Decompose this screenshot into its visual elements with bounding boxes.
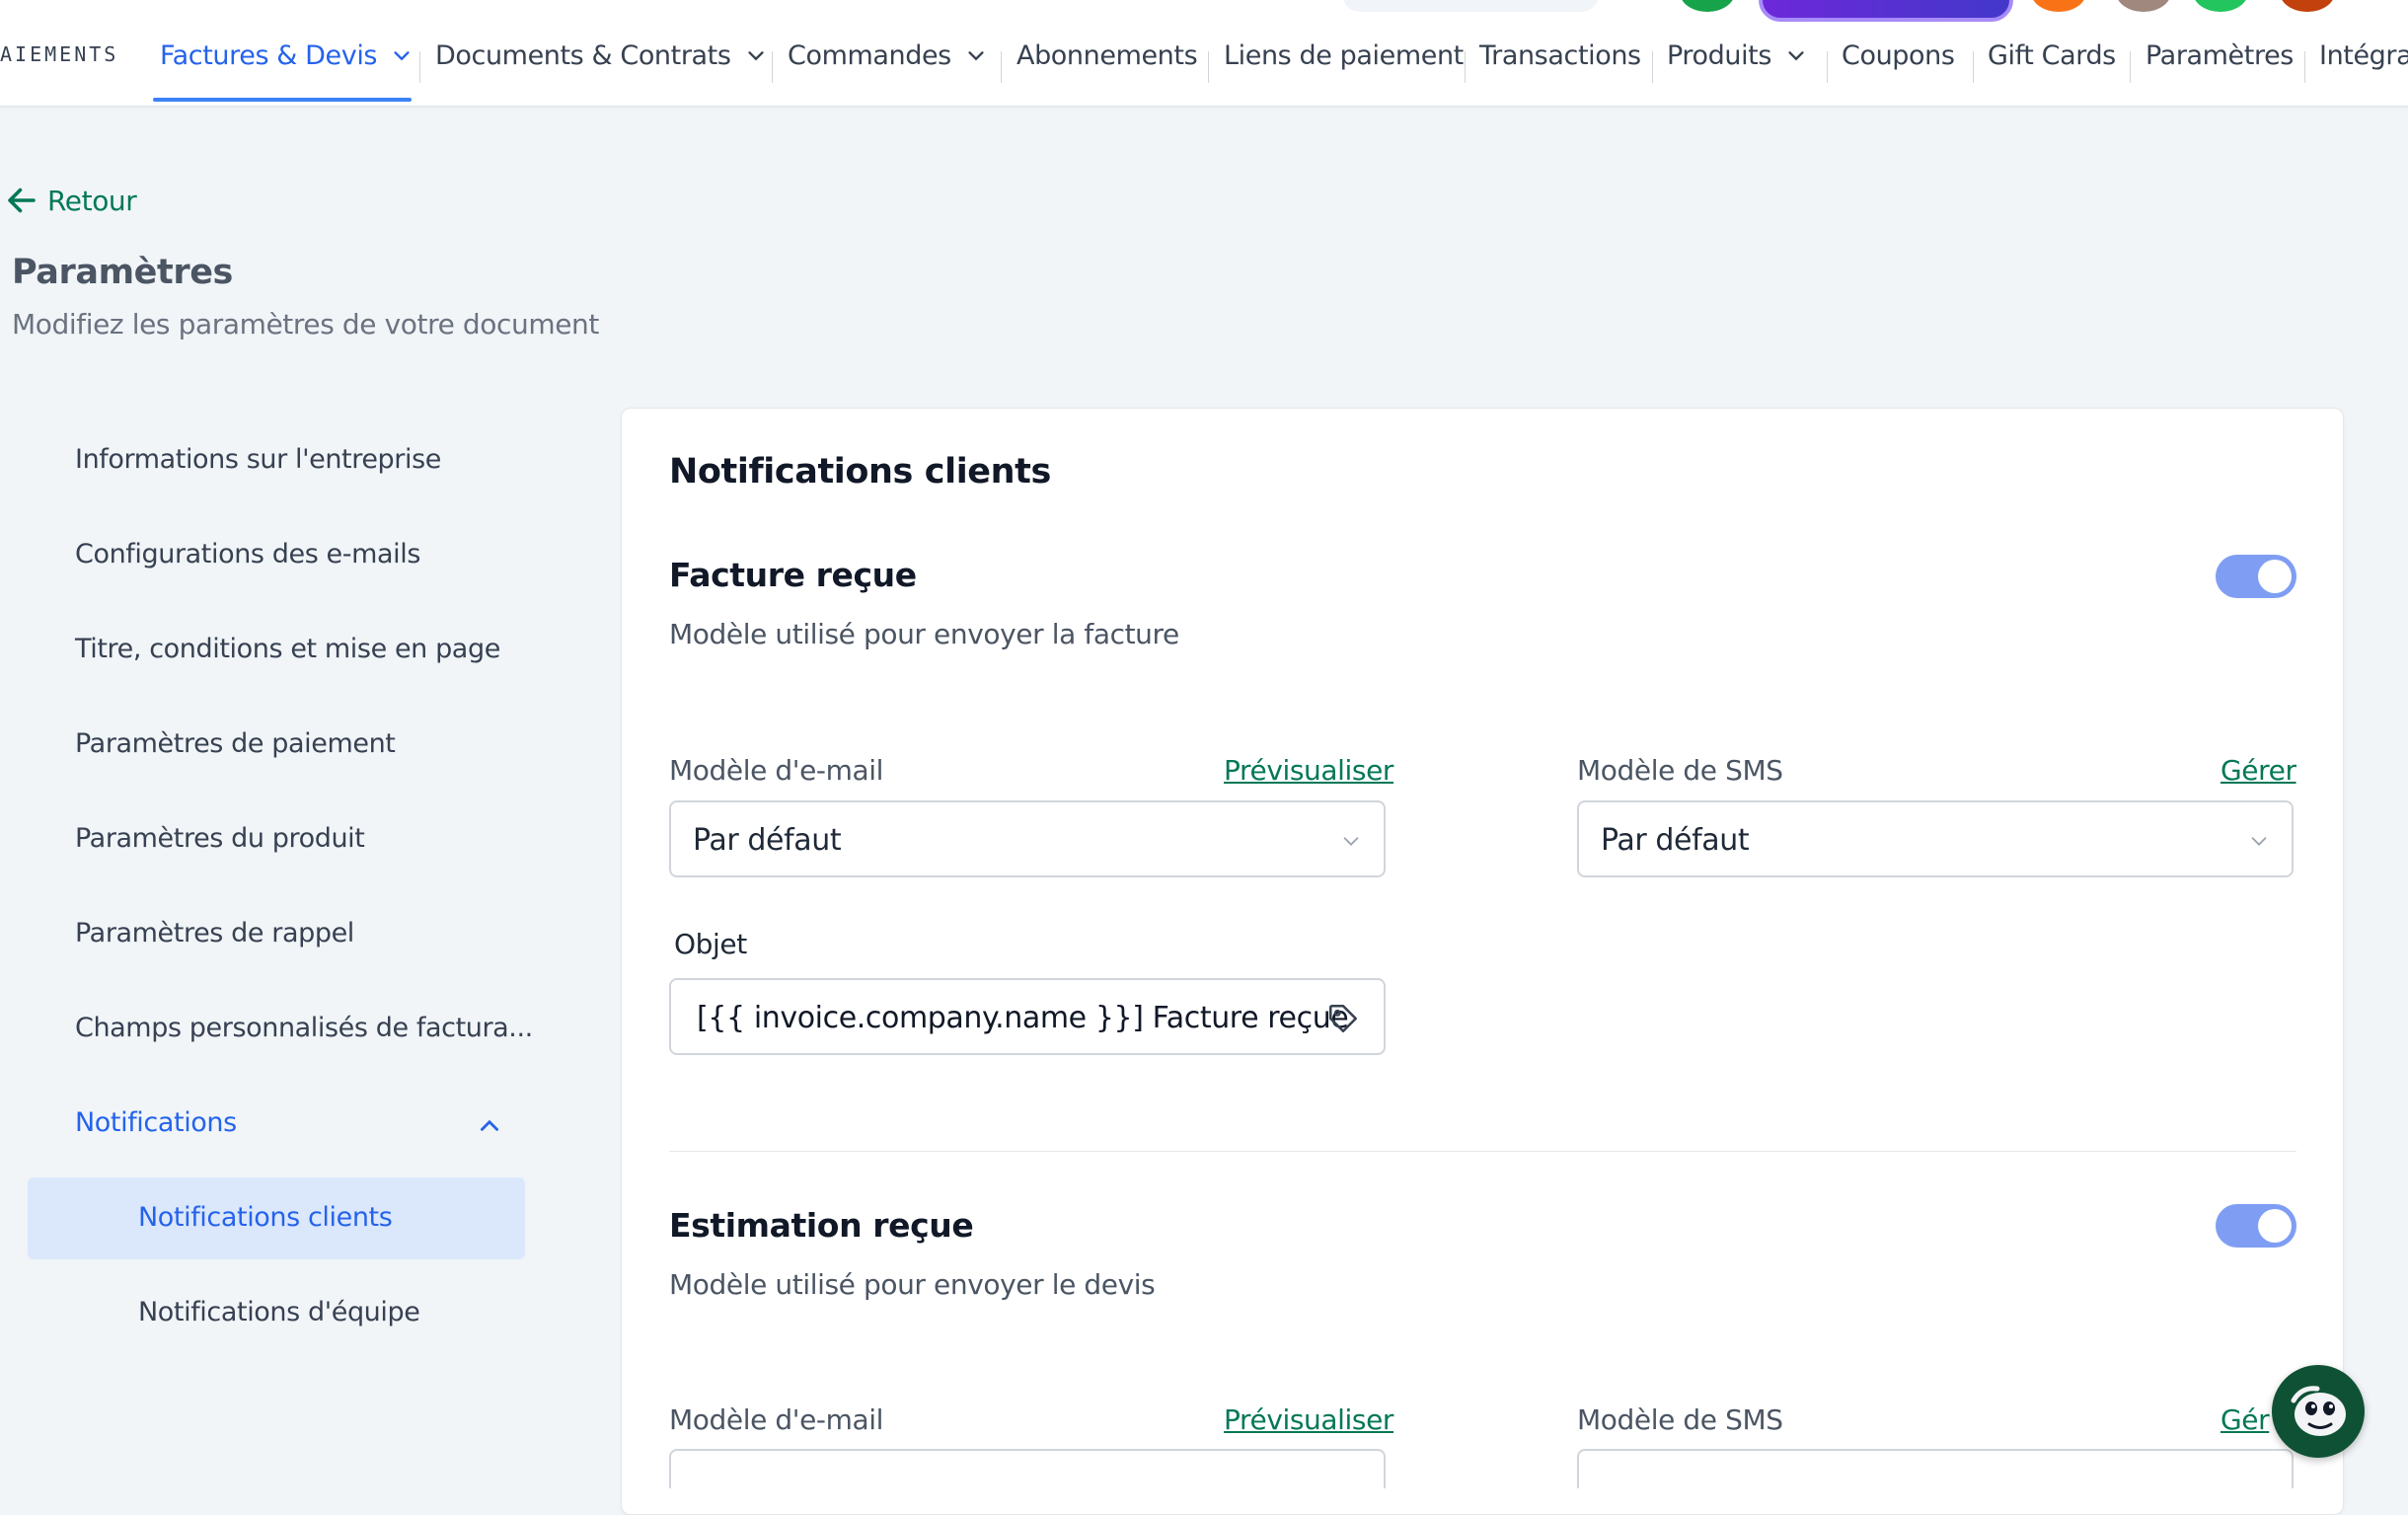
avatar[interactable] <box>2280 0 2335 12</box>
nav-separator <box>1465 51 1466 83</box>
estimate-received-toggle[interactable] <box>2216 1204 2296 1248</box>
nav-separator <box>1001 51 1002 83</box>
preview-link[interactable]: Prévisualiser <box>1224 1403 1393 1436</box>
nav-label: Coupons <box>1842 40 1955 71</box>
section-title-invoice-received: Facture reçue <box>669 556 917 594</box>
sidebar-item-company-info[interactable]: Informations sur l'entreprise <box>75 444 441 475</box>
chevron-down-icon <box>394 50 410 60</box>
nav-label: Commandes <box>788 40 951 71</box>
nav-parametres[interactable]: Paramètres <box>2145 40 2294 71</box>
select-value: Par défaut <box>1601 823 1750 858</box>
nav-label: Produits <box>1667 40 1772 71</box>
avatar[interactable] <box>2193 0 2248 12</box>
tag-icon[interactable] <box>1326 1002 1360 1035</box>
sidebar-item-title-terms[interactable]: Titre, conditions et mise en page <box>75 634 500 664</box>
nav-integrations[interactable]: Intégra <box>2319 40 2408 71</box>
email-template-label: Modèle d'e-mail <box>669 754 883 787</box>
sidebar-item-custom-fields[interactable]: Champs personnalisés de factura... <box>75 1013 533 1043</box>
section-divider <box>669 1151 2296 1152</box>
active-tab-indicator <box>153 98 412 102</box>
nav-label: Paramètres <box>2145 40 2294 71</box>
nav-label: Intégra <box>2319 40 2408 71</box>
chevron-up-icon[interactable] <box>477 1112 502 1138</box>
email-template-select[interactable]: Par défaut <box>669 800 1386 877</box>
top-search-pill[interactable] <box>1342 0 1599 12</box>
sidebar-subitem-team-notifications[interactable]: Notifications d'équipe <box>138 1297 420 1327</box>
nav-commandes[interactable]: Commandes <box>788 40 987 71</box>
toggle-knob <box>2258 560 2292 593</box>
back-link[interactable]: Retour <box>4 183 137 218</box>
sidebar-item-reminder-settings[interactable]: Paramètres de rappel <box>75 918 354 948</box>
nav-label: Liens de paiement <box>1224 40 1464 71</box>
nav-separator <box>1973 51 1974 83</box>
nav-liens-de-paiement[interactable]: Liens de paiement <box>1224 40 1464 71</box>
nav-abonnements[interactable]: Abonnements <box>1016 40 1198 71</box>
nav-separator <box>772 51 773 83</box>
nav-label: Abonnements <box>1016 40 1198 71</box>
nav-coupons[interactable]: Coupons <box>1842 40 1955 71</box>
manage-link[interactable]: Gér <box>2220 1403 2270 1436</box>
support-chat-button[interactable] <box>2272 1365 2365 1458</box>
chevron-down-icon <box>1343 837 1359 846</box>
avatar[interactable] <box>2031 0 2086 12</box>
email-template-select[interactable] <box>669 1449 1386 1488</box>
sidebar-item-payment-settings[interactable]: Paramètres de paiement <box>75 728 396 759</box>
nav-factures-devis[interactable]: Factures & Devis <box>160 40 413 71</box>
top-navigation-bar: AIEMENTS Factures & Devis Documents & Co… <box>0 0 2408 107</box>
page-subtitle: Modifiez les paramètres de votre documen… <box>12 308 599 341</box>
nav-separator <box>419 51 420 83</box>
nav-gift-cards[interactable]: Gift Cards <box>1988 40 2116 71</box>
manage-link[interactable]: Gérer <box>2220 754 2296 787</box>
nav-separator <box>1652 51 1653 83</box>
sidebar-item-notifications[interactable]: Notifications <box>75 1107 237 1138</box>
nav-produits[interactable]: Produits <box>1667 40 1807 71</box>
nav-label: Factures & Devis <box>160 40 378 71</box>
nav-label: Gift Cards <box>1988 40 2116 71</box>
nav-label: Documents & Contrats <box>435 40 731 71</box>
chevron-down-icon <box>1788 50 1804 60</box>
nav-separator <box>2304 51 2305 83</box>
invoice-received-toggle[interactable] <box>2216 555 2296 598</box>
chevron-down-icon <box>968 50 984 60</box>
select-value: Par défaut <box>693 823 842 858</box>
sms-template-select[interactable] <box>1577 1449 2294 1488</box>
sms-template-label: Modèle de SMS <box>1577 1403 1783 1436</box>
sidebar-item-product-settings[interactable]: Paramètres du produit <box>75 823 365 854</box>
chat-mascot-icon <box>2279 1372 2358 1451</box>
toggle-knob <box>2258 1209 2292 1243</box>
sms-template-select[interactable]: Par défaut <box>1577 800 2294 877</box>
nav-separator <box>1827 51 1828 83</box>
email-template-label: Modèle d'e-mail <box>669 1403 883 1436</box>
subject-label: Objet <box>674 928 747 960</box>
nav-label: Transactions <box>1479 40 1641 71</box>
back-label: Retour <box>47 184 137 217</box>
chevron-down-icon <box>2251 837 2267 846</box>
section-description: Modèle utilisé pour envoyer la facture <box>669 618 1179 650</box>
card-title: Notifications clients <box>669 452 1051 492</box>
sms-template-label: Modèle de SMS <box>1577 754 1783 787</box>
preview-link[interactable]: Prévisualiser <box>1224 754 1393 787</box>
sidebar-item-email-config[interactable]: Configurations des e-mails <box>75 539 420 569</box>
nav-transactions[interactable]: Transactions <box>1479 40 1641 71</box>
sidebar-subitem-client-notifications[interactable]: Notifications clients <box>138 1202 393 1233</box>
page-title: Paramètres <box>12 253 233 292</box>
subject-input[interactable]: [{{ invoice.company.name }}] Facture reç… <box>669 978 1386 1055</box>
nav-separator <box>1208 51 1209 83</box>
upgrade-button[interactable] <box>1759 0 2013 22</box>
avatar[interactable] <box>2116 0 2171 12</box>
avatar[interactable] <box>1680 0 1735 12</box>
section-description: Modèle utilisé pour envoyer le devis <box>669 1268 1156 1301</box>
brand-label: AIEMENTS <box>0 42 119 66</box>
section-title-estimate-received: Estimation reçue <box>669 1206 974 1245</box>
subject-value: [{{ invoice.company.name }}] Facture reç… <box>697 1001 1349 1035</box>
chevron-down-icon <box>747 50 764 60</box>
arrow-left-icon <box>8 188 36 213</box>
nav-documents-contrats[interactable]: Documents & Contrats <box>435 40 767 71</box>
nav-separator <box>2130 51 2131 83</box>
